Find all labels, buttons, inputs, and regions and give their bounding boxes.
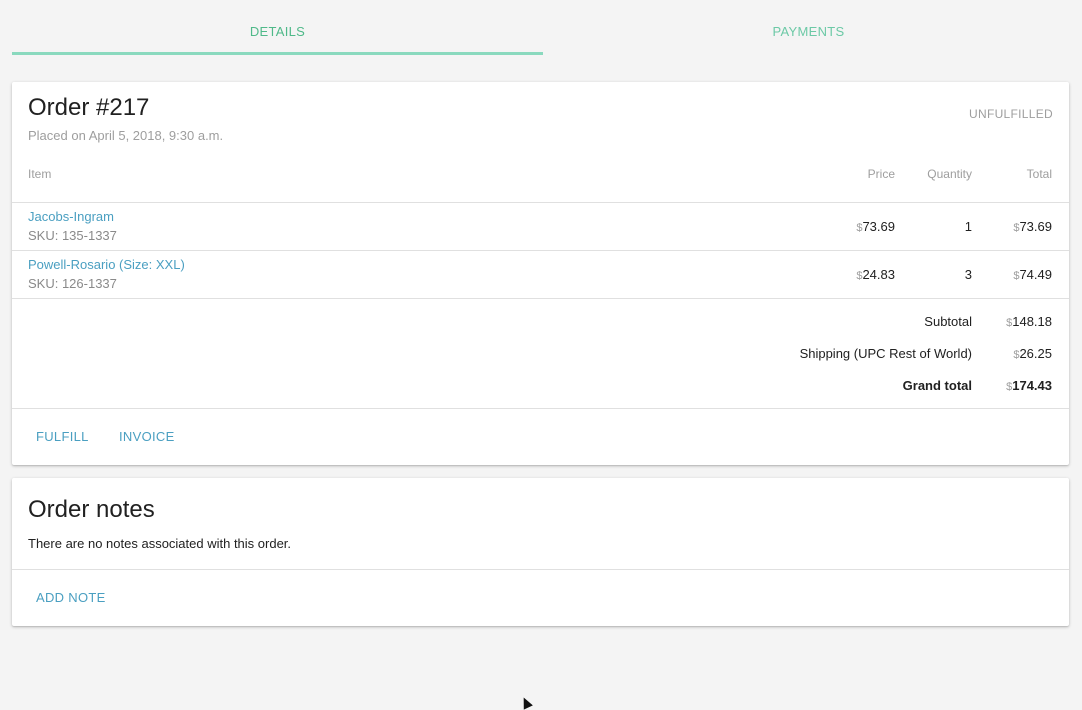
order-title: Order #217 xyxy=(28,94,150,121)
line-item-total: $73.69 xyxy=(1013,219,1052,234)
grand-total-amount: 174.43 xyxy=(1012,378,1052,393)
order-notes-card: Order notes There are no notes associate… xyxy=(12,478,1069,626)
line-item-price-value: 24.83 xyxy=(862,267,895,282)
shipping-value: $26.25 xyxy=(1013,346,1052,361)
order-placed-date: Placed on April 5, 2018, 9:30 a.m. xyxy=(28,128,224,143)
line-item-sku: SKU: 135-1337 xyxy=(28,228,117,243)
divider xyxy=(12,408,1069,409)
order-card: Order #217 Placed on April 5, 2018, 9:30… xyxy=(12,82,1069,465)
column-header-quantity: Quantity xyxy=(927,167,972,181)
subtotal-label: Subtotal xyxy=(924,314,972,329)
line-item-total-value: 74.49 xyxy=(1019,267,1052,282)
invoice-button[interactable]: INVOICE xyxy=(119,429,175,444)
line-item-total-value: 73.69 xyxy=(1019,219,1052,234)
line-item-quantity: 1 xyxy=(964,219,972,234)
fulfill-button[interactable]: FULFILL xyxy=(36,429,89,444)
subtotal-amount: 148.18 xyxy=(1012,314,1052,329)
divider xyxy=(12,250,1069,251)
notes-title: Order notes xyxy=(28,496,155,523)
mouse-cursor-icon xyxy=(519,695,533,710)
line-item-name-link[interactable]: Jacobs-Ingram xyxy=(28,209,114,224)
line-item-name-link[interactable]: Powell-Rosario (Size: XXL) xyxy=(28,257,185,272)
line-item-sku: SKU: 126-1337 xyxy=(28,276,117,291)
column-header-total: Total xyxy=(1026,167,1052,181)
subtotal-value: $148.18 xyxy=(1006,314,1052,329)
line-item-quantity: 3 xyxy=(964,267,972,282)
shipping-label: Shipping (UPC Rest of World) xyxy=(799,346,972,361)
grand-total-label: Grand total xyxy=(902,378,972,393)
tab-payments[interactable]: PAYMENTS xyxy=(543,0,1074,55)
divider xyxy=(12,298,1069,299)
line-item-total: $74.49 xyxy=(1013,267,1052,282)
line-item-price-value: 73.69 xyxy=(862,219,895,234)
line-item-price: $73.69 xyxy=(856,219,895,234)
divider xyxy=(12,202,1069,203)
shipping-amount: 26.25 xyxy=(1019,346,1052,361)
tab-details[interactable]: DETAILS xyxy=(12,0,543,55)
add-note-button[interactable]: ADD NOTE xyxy=(36,590,106,605)
column-header-price: Price xyxy=(867,167,895,181)
grand-total-value: $174.43 xyxy=(1006,378,1052,393)
status-badge: UNFULFILLED xyxy=(969,107,1053,121)
tab-bar: DETAILS PAYMENTS xyxy=(12,0,1074,56)
line-item-price: $24.83 xyxy=(856,267,895,282)
column-header-item: Item xyxy=(28,167,52,181)
divider xyxy=(12,569,1069,570)
notes-empty-message: There are no notes associated with this … xyxy=(28,536,292,551)
